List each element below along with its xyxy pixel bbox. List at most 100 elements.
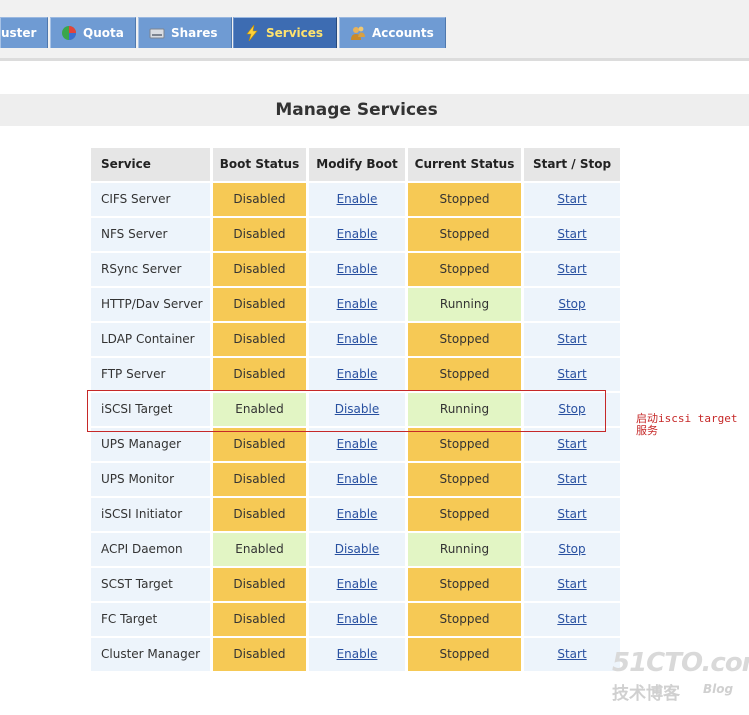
modify-boot: Enable [309,498,405,531]
boot-status: Disabled [213,288,306,321]
enable-boot-link[interactable]: Enable [337,367,378,381]
tab-quota[interactable]: Quota [50,17,136,48]
disable-boot-link[interactable]: Disable [335,542,380,556]
start-stop: Start [524,183,620,216]
current-status: Stopped [408,358,521,391]
service-name-label: LDAP Container [101,332,195,346]
enable-boot-link[interactable]: Enable [337,437,378,451]
boot-status: Disabled [213,323,306,356]
stop-service-link[interactable]: Stop [558,542,585,556]
current-status: Stopped [408,323,521,356]
pie-chart-icon [62,26,76,40]
enable-boot-link[interactable]: Enable [337,612,378,626]
stop-service-link[interactable]: Stop [558,297,585,311]
start-service-link[interactable]: Start [557,472,586,486]
boot-status-label: Disabled [233,437,286,451]
start-stop: Start [524,253,620,286]
users-icon [351,26,365,40]
start-service-link[interactable]: Start [557,332,586,346]
service-name: ACPI Daemon [91,533,210,566]
header-current-status: Current Status [408,148,521,181]
start-service-link[interactable]: Start [557,507,586,521]
start-stop: Start [524,498,620,531]
current-status: Stopped [408,638,521,671]
service-name-label: iSCSI Initiator [101,507,183,521]
service-name: RSync Server [91,253,210,286]
enable-boot-link[interactable]: Enable [337,472,378,486]
service-name: LDAP Container [91,323,210,356]
start-stop: Stop [524,533,620,566]
start-stop: Start [524,568,620,601]
start-stop: Start [524,603,620,636]
current-status: Stopped [408,253,521,286]
tab-services-label: Services [266,26,324,40]
current-status-label: Running [439,297,490,311]
boot-status-label: Disabled [233,612,286,626]
start-service-link[interactable]: Start [557,647,586,661]
modify-boot: Enable [309,323,405,356]
boot-status-label: Disabled [233,332,286,346]
current-status: Stopped [408,218,521,251]
boot-status-label: Disabled [233,227,286,241]
modify-boot: Disable [309,533,405,566]
header-service: Service [91,148,210,181]
start-service-link[interactable]: Start [557,227,586,241]
start-stop: Start [524,428,620,461]
start-stop: Start [524,218,620,251]
enable-boot-link[interactable]: Enable [337,507,378,521]
enable-boot-link[interactable]: Enable [337,297,378,311]
modify-boot: Enable [309,218,405,251]
modify-boot: Enable [309,603,405,636]
service-name-label: UPS Monitor [101,472,175,486]
boot-status-label: Disabled [233,262,286,276]
tab-shares[interactable]: Shares [138,17,232,48]
modify-boot: Enable [309,568,405,601]
service-name: UPS Monitor [91,463,210,496]
tab-quota-label: Quota [83,26,124,40]
start-service-link[interactable]: Start [557,612,586,626]
current-status: Stopped [408,428,521,461]
boot-status-label: Enabled [235,542,284,556]
service-name-label: SCST Target [101,577,173,591]
current-status-label: Stopped [439,507,490,521]
current-status-label: Stopped [439,262,490,276]
enable-boot-link[interactable]: Enable [337,577,378,591]
modify-boot: Enable [309,183,405,216]
start-service-link[interactable]: Start [557,367,586,381]
drive-icon [149,28,165,39]
enable-boot-link[interactable]: Enable [337,227,378,241]
header-boot-status: Boot Status [213,148,306,181]
service-name-label: FC Target [101,612,158,626]
service-name: CIFS Server [91,183,210,216]
start-stop: Start [524,638,620,671]
start-service-link[interactable]: Start [557,577,586,591]
current-status: Stopped [408,603,521,636]
tab-cluster[interactable]: uster [0,17,48,48]
start-service-link[interactable]: Start [557,262,586,276]
boot-status: Disabled [213,253,306,286]
boot-status-label: Disabled [233,367,286,381]
modify-boot: Enable [309,288,405,321]
current-status-label: Stopped [439,192,490,206]
boot-status: Disabled [213,603,306,636]
current-status-label: Stopped [439,577,490,591]
enable-boot-link[interactable]: Enable [337,192,378,206]
service-name-label: UPS Manager [101,437,182,451]
service-name-label: FTP Server [101,367,166,381]
tab-accounts[interactable]: Accounts [339,17,446,48]
enable-boot-link[interactable]: Enable [337,262,378,276]
service-name: NFS Server [91,218,210,251]
start-service-link[interactable]: Start [557,192,586,206]
service-name-label: Cluster Manager [101,647,201,661]
tab-services[interactable]: Services [233,17,337,48]
current-status: Running [408,288,521,321]
enable-boot-link[interactable]: Enable [337,647,378,661]
watermark-blog: Blog [703,682,734,696]
page-title: Manage Services [275,100,438,120]
service-name-label: CIFS Server [101,192,171,206]
enable-boot-link[interactable]: Enable [337,332,378,346]
start-service-link[interactable]: Start [557,437,586,451]
current-status-label: Running [439,542,490,556]
service-name: Cluster Manager [91,638,210,671]
current-status: Stopped [408,568,521,601]
